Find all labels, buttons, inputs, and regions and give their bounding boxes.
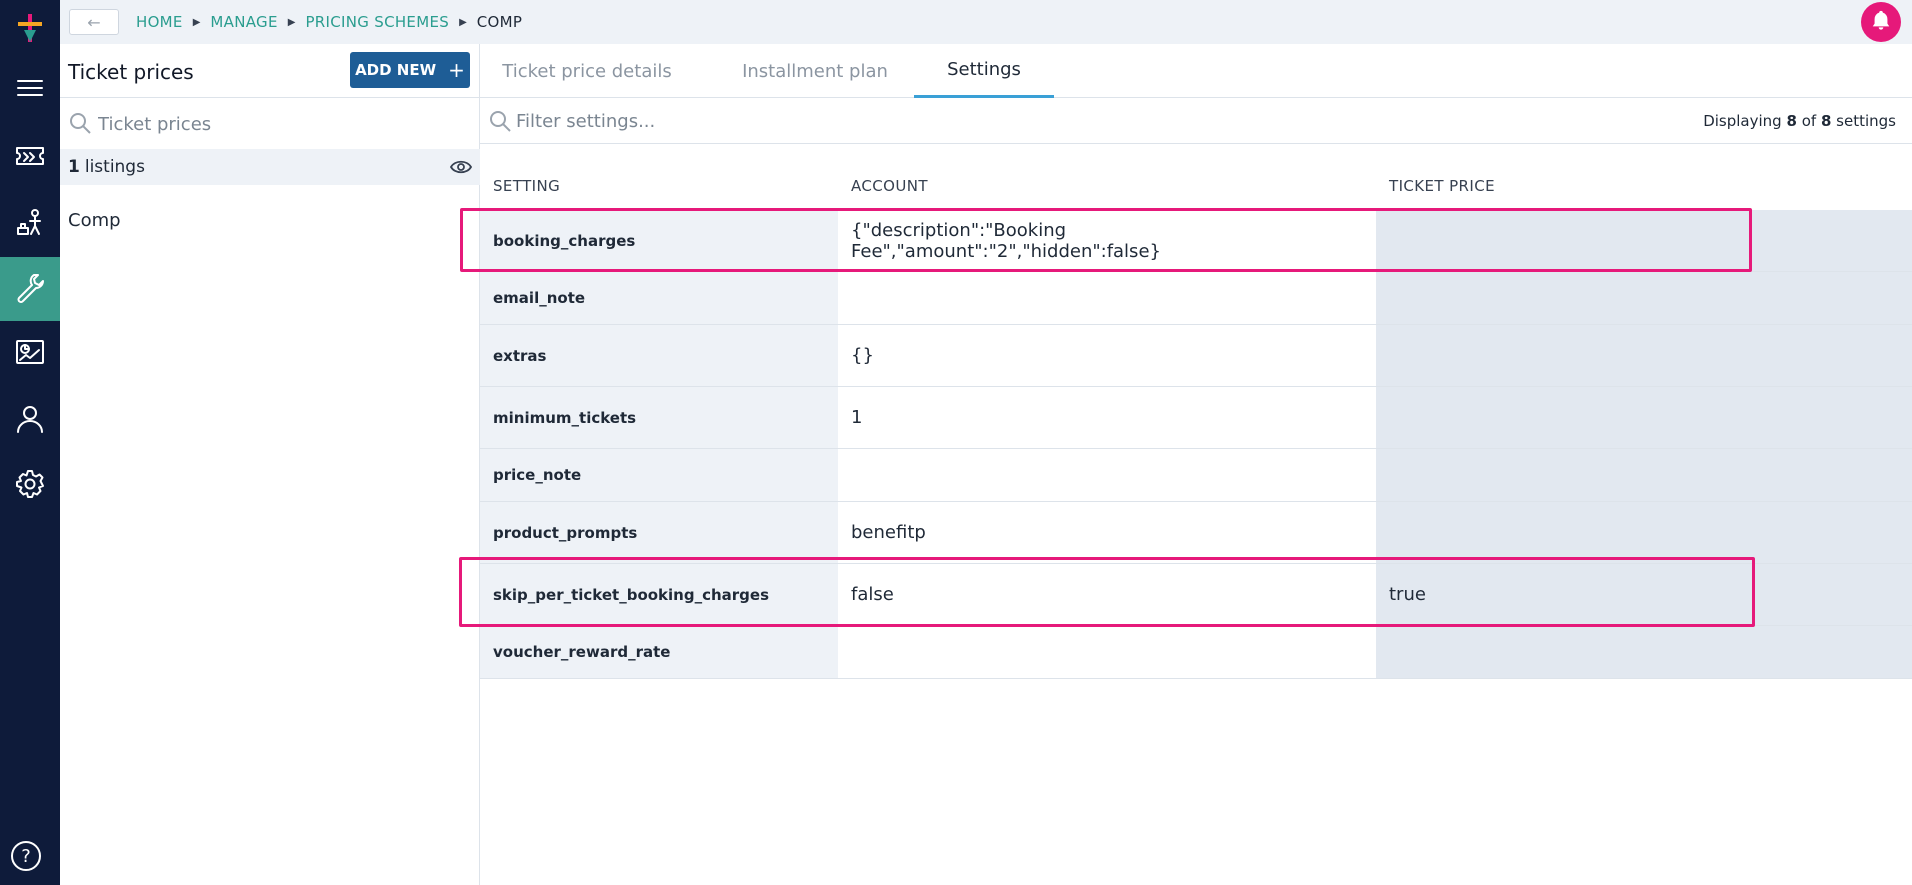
ticket-price-value[interactable]: [1376, 325, 1912, 386]
tab-ticket-price-details[interactable]: Ticket price details: [480, 44, 694, 98]
account-value[interactable]: [838, 626, 1376, 678]
tab-settings[interactable]: Settings: [914, 44, 1054, 98]
breadcrumb-manage[interactable]: MANAGE: [210, 13, 277, 31]
filter-bar: Displaying 8 of 8 settings: [480, 98, 1912, 144]
table-row[interactable]: extras {}: [480, 325, 1912, 387]
add-new-button[interactable]: ADD NEW +: [350, 52, 470, 88]
listings-count-label: listings: [84, 157, 145, 177]
account-value[interactable]: {}: [838, 325, 1376, 386]
header-ticket-price: TICKET PRICE: [1389, 177, 1495, 195]
table-header: SETTING ACCOUNT TICKET PRICE: [480, 165, 1912, 210]
nav-reports[interactable]: [0, 322, 60, 386]
ticket-prices-search: [60, 97, 480, 149]
nav-manage[interactable]: [0, 257, 60, 321]
breadcrumb-current: COMP: [476, 13, 523, 31]
chevron-right-icon: ▶: [459, 16, 467, 28]
ticket-price-value[interactable]: [1376, 272, 1912, 324]
setting-name: product_prompts: [480, 502, 838, 563]
arrow-left-icon: ←: [87, 12, 101, 32]
nav-customers[interactable]: [0, 192, 60, 256]
eye-icon[interactable]: [449, 157, 473, 177]
plus-icon: +: [448, 58, 465, 82]
table-row[interactable]: product_prompts benefitp: [480, 502, 1912, 564]
menu-button[interactable]: [0, 58, 60, 122]
ticket-price-value[interactable]: true: [1376, 564, 1912, 625]
setting-name: booking_charges: [480, 210, 838, 271]
wrench-icon: [14, 271, 46, 307]
breadcrumb-home[interactable]: HOME: [136, 13, 183, 31]
account-value[interactable]: false: [838, 564, 1376, 625]
panel-title: Ticket prices: [68, 60, 194, 84]
ticket-icon: [14, 140, 46, 176]
nav-settings[interactable]: [0, 454, 60, 518]
ticket-prices-panel: Ticket prices ADD NEW + 1 listings Comp: [60, 44, 480, 885]
account-value[interactable]: [838, 272, 1376, 324]
account-value[interactable]: [838, 449, 1376, 501]
listings-count: 1 listings: [60, 149, 480, 185]
setting-name: minimum_tickets: [480, 387, 838, 448]
top-bar: ← HOME ▶ MANAGE ▶ PRICING SCHEMES ▶ COMP: [60, 0, 1912, 44]
user-icon: [14, 403, 46, 439]
table-row[interactable]: email_note: [480, 272, 1912, 325]
bell-icon: [1870, 9, 1892, 35]
listings-count-number: 1: [68, 157, 80, 177]
settings-table: SETTING ACCOUNT TICKET PRICE booking_cha…: [480, 165, 1912, 679]
table-row[interactable]: price_note: [480, 449, 1912, 502]
setting-name: extras: [480, 325, 838, 386]
ticket-price-value[interactable]: [1376, 210, 1912, 271]
ticket-price-value[interactable]: [1376, 502, 1912, 563]
chevron-right-icon: ▶: [287, 16, 296, 28]
table-row[interactable]: skip_per_ticket_booking_charges false tr…: [480, 564, 1912, 626]
setting-name: skip_per_ticket_booking_charges: [480, 564, 838, 625]
chevron-right-icon: ▶: [192, 16, 201, 28]
ticket-prices-search-input[interactable]: [98, 110, 458, 138]
breadcrumb: HOME ▶ MANAGE ▶ PRICING SCHEMES ▶ COMP: [136, 0, 522, 44]
ticket-price-value[interactable]: [1376, 626, 1912, 678]
gear-icon: [14, 468, 46, 504]
setting-name: voucher_reward_rate: [480, 626, 838, 678]
nav-tickets[interactable]: [0, 126, 60, 190]
display-total: 8: [1820, 112, 1832, 130]
nav-account[interactable]: [0, 389, 60, 453]
report-icon: [14, 336, 46, 372]
list-item[interactable]: Comp: [68, 210, 121, 231]
display-of: of: [1801, 112, 1817, 130]
ticket-price-value[interactable]: [1376, 387, 1912, 448]
setting-name: email_note: [480, 272, 838, 324]
back-button[interactable]: ←: [69, 9, 119, 35]
setting-name: price_note: [480, 449, 838, 501]
table-row[interactable]: voucher_reward_rate: [480, 626, 1912, 679]
detail-tabs: Ticket price details Installment plan Se…: [480, 44, 1912, 98]
help-label: ?: [21, 845, 31, 867]
people-icon: [14, 206, 46, 242]
account-value[interactable]: {"description":"Booking Fee","amount":"2…: [838, 210, 1376, 271]
menu-icon: [14, 72, 46, 108]
ticket-price-value[interactable]: [1376, 449, 1912, 501]
filter-settings-input[interactable]: [516, 107, 1116, 135]
app-logo[interactable]: [14, 12, 46, 44]
tab-installment-plan[interactable]: Installment plan: [708, 44, 922, 98]
notifications-button[interactable]: [1861, 2, 1901, 42]
display-shown: 8: [1786, 112, 1797, 130]
help-button[interactable]: ?: [11, 841, 41, 871]
breadcrumb-pricing-schemes[interactable]: PRICING SCHEMES: [305, 13, 449, 31]
display-count: Displaying 8 of 8 settings: [1703, 112, 1896, 130]
table-row[interactable]: minimum_tickets 1: [480, 387, 1912, 449]
display-prefix: Displaying: [1703, 112, 1782, 130]
table-row[interactable]: booking_charges {"description":"Booking …: [480, 210, 1912, 272]
header-account: ACCOUNT: [851, 177, 928, 195]
display-suffix: settings: [1836, 112, 1896, 130]
add-new-label: ADD NEW: [355, 61, 437, 79]
account-value[interactable]: benefitp: [838, 502, 1376, 563]
account-value[interactable]: 1: [838, 387, 1376, 448]
icon-rail: ?: [0, 0, 60, 885]
header-setting: SETTING: [493, 177, 561, 195]
